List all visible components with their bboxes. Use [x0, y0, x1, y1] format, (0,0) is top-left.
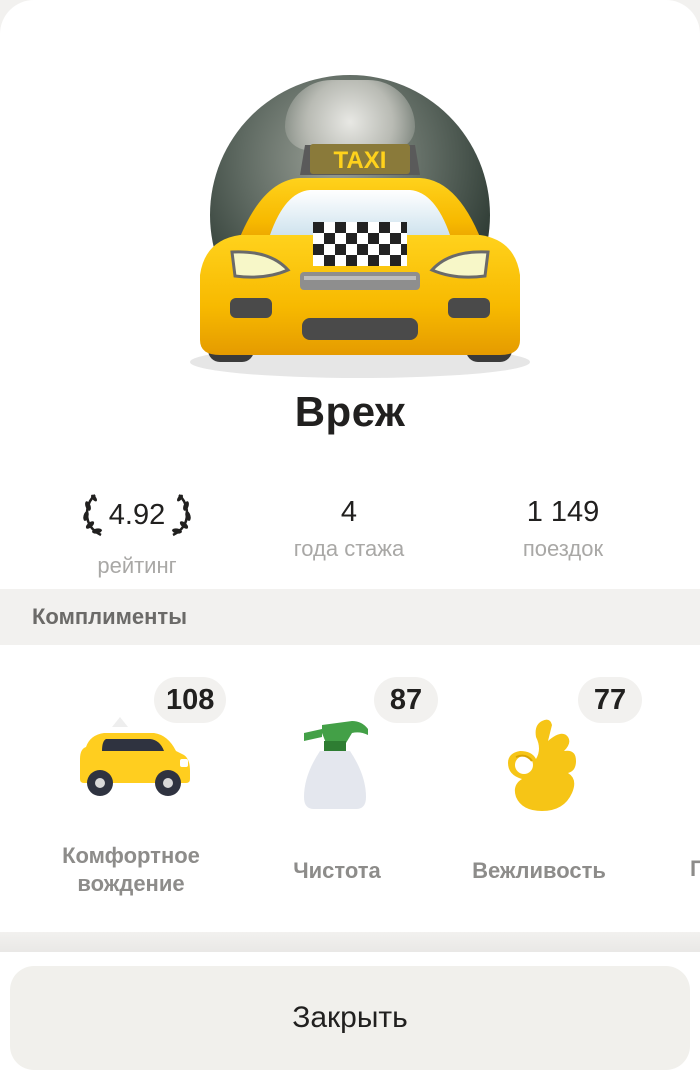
laurel-right-icon	[172, 494, 191, 537]
experience-label: года стажа	[293, 536, 405, 561]
trips-value: 1 149	[526, 496, 600, 528]
laurel-left-icon	[83, 494, 102, 537]
compliment-cleanliness[interactable]: 87 Чистота	[232, 645, 442, 925]
driver-info-sheet: TAXI Вреж 4.92 рейтинг 4 года стажа 1 14…	[0, 0, 700, 1079]
compliment-label: Вежливость	[472, 858, 606, 883]
divider-strip	[0, 932, 700, 952]
comfortable-driving-car-icon	[80, 717, 190, 796]
driver-avatar: TAXI	[180, 70, 540, 378]
trips-label: поездок	[522, 536, 604, 561]
taxi-car-emoji-icon: TAXI	[190, 144, 530, 378]
trips-stat: 1 149 поездок	[448, 492, 678, 566]
compliment-label: Комфортное вождение	[62, 843, 200, 896]
compliments-header: Комплименты	[0, 589, 700, 645]
compliments-title: Комплименты	[32, 604, 187, 629]
spray-bottle-icon	[304, 721, 368, 809]
compliment-next-partial-label: П	[690, 856, 700, 881]
ok-hand-icon	[508, 719, 576, 811]
rating-value: 4.92	[108, 499, 166, 531]
compliment-politeness[interactable]: 77 Вежливость	[434, 645, 644, 925]
compliment-label: Чистота	[293, 858, 381, 883]
rating-stat: 4.92 рейтинг	[22, 492, 252, 583]
compliments-carousel[interactable]: 108 Комфортное вождение 87 Чистота 77 Ве…	[0, 645, 700, 935]
experience-stat: 4 года стажа	[234, 492, 464, 566]
compliment-count-badge: 87	[374, 677, 438, 723]
close-button[interactable]: Закрыть	[10, 966, 690, 1070]
experience-value: 4	[340, 496, 358, 528]
rating-label: рейтинг	[97, 553, 177, 578]
compliment-count-badge: 77	[578, 677, 642, 723]
taxi-sign-text: TAXI	[334, 147, 387, 174]
driver-name: Вреж	[294, 388, 406, 435]
compliment-comfortable-driving[interactable]: 108 Комфортное вождение	[26, 645, 236, 925]
